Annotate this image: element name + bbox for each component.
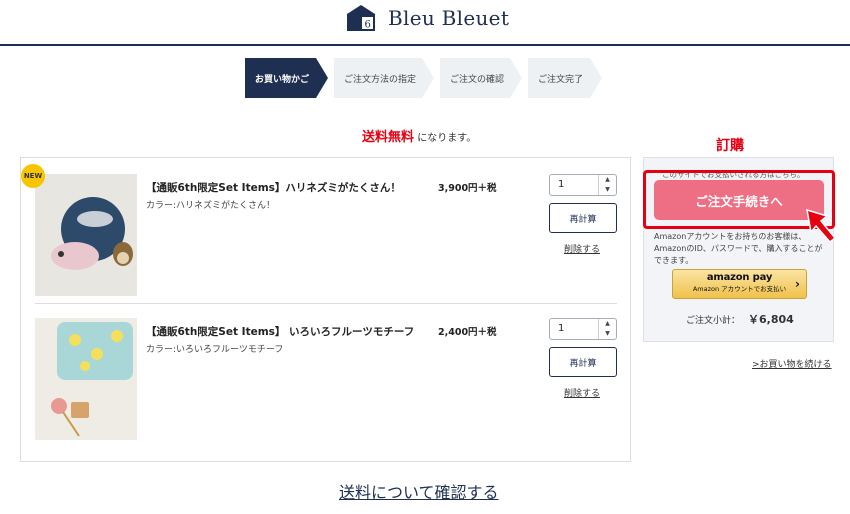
- delete-link[interactable]: 削除する: [564, 242, 600, 255]
- site-logo[interactable]: 6 Bleu Bleuet: [346, 4, 509, 32]
- spinner-down-icon[interactable]: ▼: [599, 185, 616, 195]
- quantity-spinner[interactable]: ▲ ▼: [598, 319, 616, 339]
- product-name[interactable]: 【通販6th限定Set Items】ハリネズミがたくさん！: [146, 180, 401, 195]
- red-arrow-icon: [806, 208, 837, 244]
- brand-name: Bleu Bleuet: [388, 6, 510, 30]
- checkout-button[interactable]: ご注文手続きへ: [654, 180, 824, 220]
- amazon-pay-note: Amazonアカウントをお持ちのお客様は、AmazonのID、パスワードで、購入…: [654, 232, 823, 265]
- recalculate-button[interactable]: 再計算: [549, 347, 617, 377]
- product-image[interactable]: [35, 174, 137, 296]
- step-order-method: ご注文方法の指定: [334, 58, 434, 98]
- product-image[interactable]: [35, 318, 137, 440]
- subtotal-label: ご注文小計：: [686, 316, 741, 326]
- order-summary-panel: このサイトでお支払いされる方はこちら。 ご注文手続きへ Amazonアカウントを…: [643, 157, 834, 342]
- amazon-pay-button[interactable]: amazon pay Amazon アカウントでお支払い ›: [672, 269, 807, 299]
- shipping-info-link[interactable]: 送料について確認する: [339, 479, 499, 503]
- free-shipping-highlight: 送料無料: [362, 130, 415, 145]
- amazon-pay-subtext: Amazon アカウントでお支払い: [692, 285, 787, 293]
- site-header: 6 Bleu Bleuet: [0, 0, 850, 46]
- checkout-steps: お買い物かご ご注文方法の指定 ご注文の確認 ご注文完了: [245, 58, 602, 98]
- step-cart: お買い物かご: [245, 58, 328, 98]
- product-color: カラー:ハリネズミがたくさん！: [146, 201, 276, 211]
- svg-text:6: 6: [365, 20, 371, 31]
- recalculate-button[interactable]: 再計算: [549, 203, 617, 233]
- cart-item: 【通販6th限定Set Items】 いろいろフルーツモチーフ カラー:いろいろ…: [35, 316, 617, 442]
- order-subtotal: ご注文小計： ￥6,804: [686, 311, 794, 327]
- product-price: 2,400円＋税: [438, 327, 497, 338]
- spinner-up-icon[interactable]: ▲: [599, 175, 616, 185]
- logo-house-icon: 6: [347, 5, 375, 31]
- annotation-label: 訂購: [716, 138, 744, 154]
- cart-list: NEW 【通販6th限定Set Items】ハリネズミがたくさん！ カラー:ハリ…: [20, 157, 631, 462]
- spinner-up-icon[interactable]: ▲: [599, 319, 616, 329]
- cart-item: NEW 【通販6th限定Set Items】ハリネズミがたくさん！ カラー:ハリ…: [21, 164, 617, 304]
- amazon-pay-logo: amazon pay: [706, 272, 773, 283]
- product-color: カラー:いろいろフルーツモチーフ: [146, 345, 284, 355]
- continue-shopping-link[interactable]: >お買い物を続ける: [752, 357, 832, 370]
- new-badge: NEW: [21, 164, 45, 188]
- subtotal-amount: ￥6,804: [748, 313, 794, 326]
- quantity-value: 1: [558, 323, 565, 334]
- panel-note: このサイトでお支払いされる方はこちら。: [662, 170, 805, 179]
- quantity-input[interactable]: 1 ▲ ▼: [549, 174, 617, 196]
- spinner-down-icon[interactable]: ▼: [599, 329, 616, 339]
- delete-link[interactable]: 削除する: [564, 386, 600, 399]
- quantity-value: 1: [558, 179, 565, 190]
- step-order-confirm: ご注文の確認: [440, 58, 522, 98]
- free-shipping-text: になります。: [417, 133, 477, 144]
- product-name[interactable]: 【通販6th限定Set Items】 いろいろフルーツモチーフ: [146, 324, 414, 339]
- step-order-complete: ご注文完了: [528, 58, 602, 98]
- product-price: 3,900円＋税: [438, 183, 497, 194]
- chevron-right-icon: ›: [795, 277, 800, 291]
- quantity-spinner[interactable]: ▲ ▼: [598, 175, 616, 195]
- quantity-input[interactable]: 1 ▲ ▼: [549, 318, 617, 340]
- free-shipping-notice: 送料無料 になります。: [362, 126, 476, 145]
